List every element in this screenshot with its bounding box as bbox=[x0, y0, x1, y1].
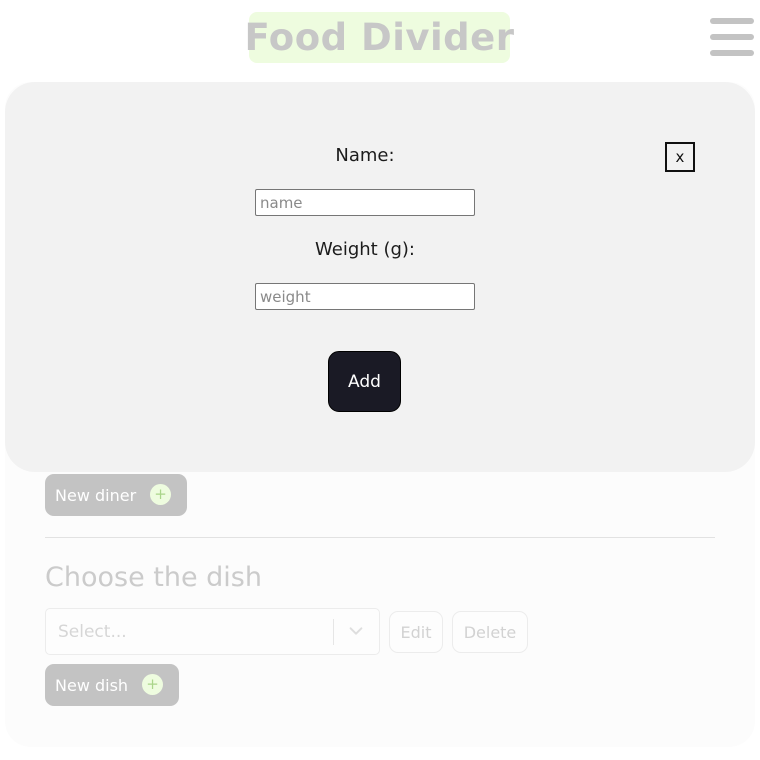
select-separator bbox=[333, 619, 334, 645]
add-button[interactable]: Add bbox=[328, 351, 401, 412]
new-dish-button[interactable]: New dish + bbox=[45, 664, 179, 706]
hamburger-menu-icon[interactable] bbox=[710, 18, 756, 58]
add-diner-modal: Name: Weight (g): Add x bbox=[5, 82, 755, 472]
edit-dish-button[interactable]: Edit bbox=[389, 611, 443, 653]
dish-select-placeholder: Select... bbox=[58, 622, 127, 642]
new-diner-label: New diner bbox=[55, 485, 137, 505]
weight-input[interactable] bbox=[255, 283, 475, 310]
plus-circle-icon: + bbox=[142, 674, 163, 695]
dish-select[interactable]: Select... bbox=[45, 608, 380, 655]
delete-dish-button[interactable]: Delete bbox=[452, 611, 528, 653]
menu-bar bbox=[710, 18, 754, 24]
name-input[interactable] bbox=[255, 189, 475, 216]
name-label: Name: bbox=[335, 145, 395, 166]
choose-dish-title: Choose the dish bbox=[45, 562, 262, 593]
menu-bar bbox=[710, 50, 754, 56]
plus-circle-icon: + bbox=[150, 484, 171, 505]
menu-bar bbox=[710, 34, 754, 40]
new-diner-button[interactable]: New diner + bbox=[45, 474, 187, 516]
section-divider bbox=[45, 537, 715, 538]
close-modal-button[interactable]: x bbox=[665, 142, 695, 172]
app-title: Food Divider bbox=[245, 12, 514, 63]
weight-label: Weight (g): bbox=[315, 239, 415, 260]
new-dish-label: New dish bbox=[55, 675, 129, 695]
chevron-down-icon[interactable] bbox=[347, 622, 365, 640]
header: Food Divider bbox=[0, 0, 760, 78]
